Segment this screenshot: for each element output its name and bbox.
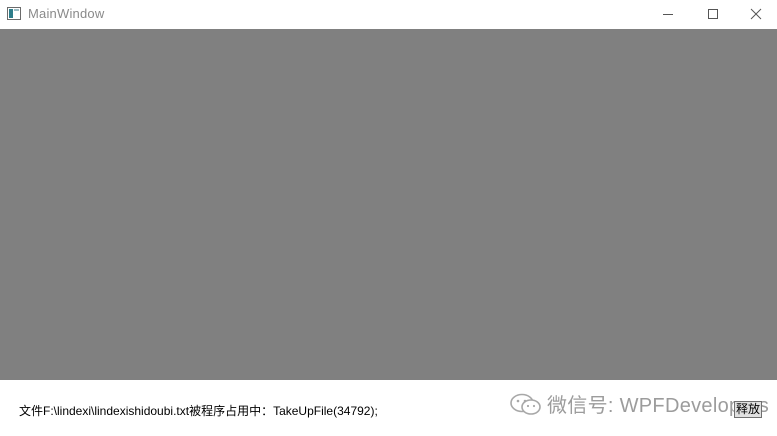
status-message: 文件F:\lindexi\lindexishidoubi.txt被程序占用中：T… [19,404,378,418]
watermark: 微信号: WPFDevelopers [509,389,769,418]
window-title: MainWindow [28,6,105,21]
content-area [0,29,777,380]
main-window: MainWindow 文件F:\lindexi\lindexishidoubi.… [0,0,777,436]
minimize-button[interactable] [645,0,690,28]
release-button[interactable]: 释放 [734,401,762,418]
wechat-icon [510,393,541,415]
maximize-icon [707,9,718,19]
app-icon [7,7,21,20]
maximize-button[interactable] [690,0,735,28]
close-button[interactable] [735,0,777,28]
minimize-icon [662,14,673,15]
title-bar[interactable]: MainWindow [0,0,777,28]
close-icon [750,8,762,20]
